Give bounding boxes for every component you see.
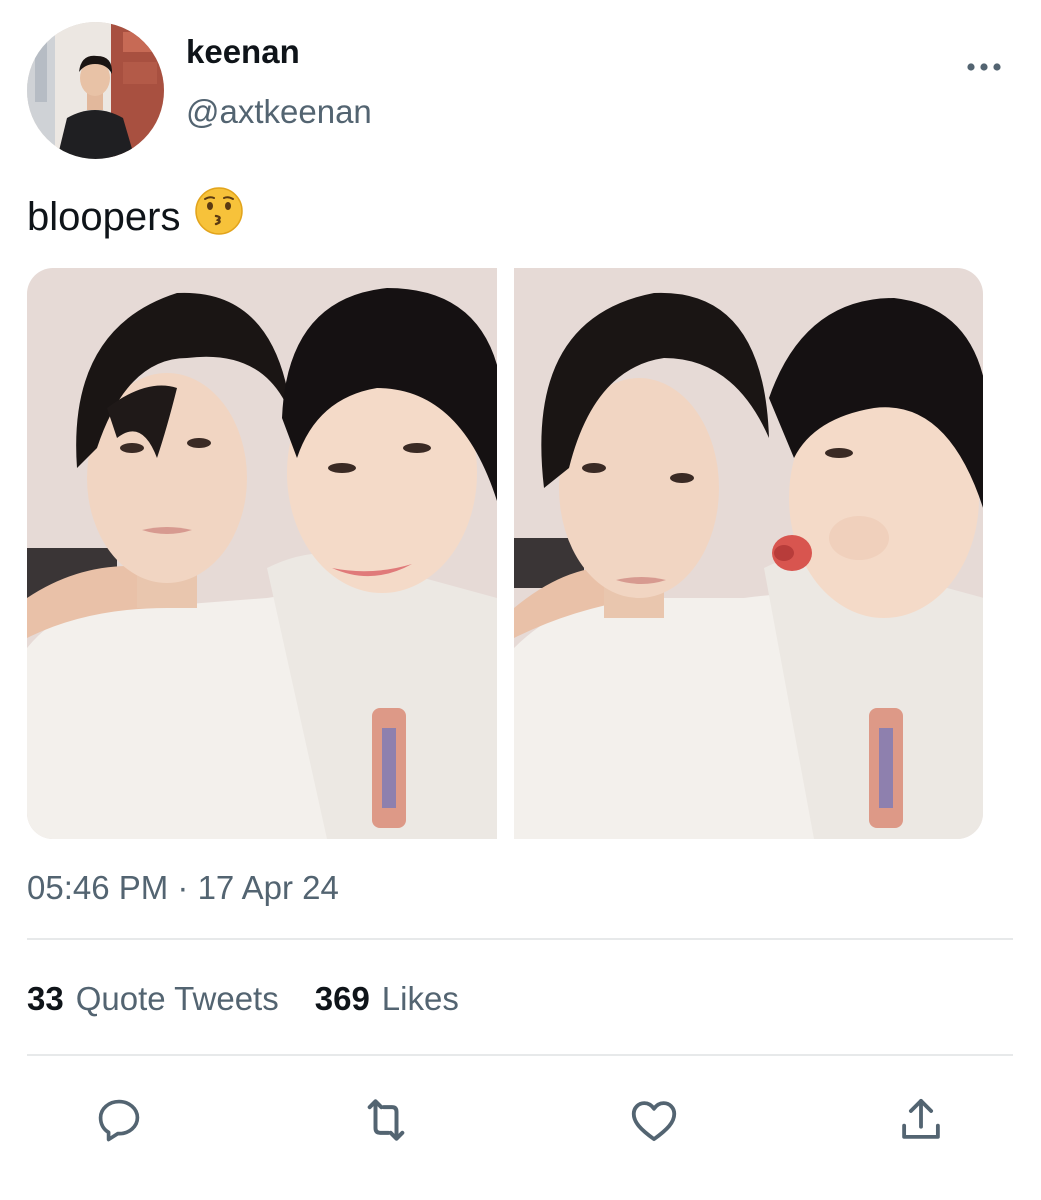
divider [27, 938, 1013, 940]
author-handle[interactable]: @axtkeenan [186, 92, 372, 132]
avatar-image [27, 22, 164, 159]
timestamp[interactable]: 05:46 PM · 17 Apr 24 [27, 868, 339, 908]
share-icon[interactable] [893, 1092, 949, 1148]
author-name[interactable]: keenan [186, 32, 300, 72]
more-options-icon[interactable] [964, 52, 1004, 82]
divider [27, 1054, 1013, 1056]
reply-icon[interactable] [91, 1092, 147, 1148]
quote-tweets-label: Quote Tweets [75, 980, 279, 1017]
tweet-text: bloopers [27, 186, 244, 248]
media-grid[interactable] [27, 268, 983, 839]
like-icon[interactable] [626, 1092, 682, 1148]
quote-tweets-count: 33 [27, 980, 64, 1017]
photo-smiling[interactable] [27, 268, 497, 839]
tweet-text-content: bloopers [27, 195, 181, 239]
engagement-stats: 33 Quote Tweets 369 Likes [27, 979, 459, 1019]
retweet-icon[interactable] [358, 1092, 414, 1148]
tweet: keenan @axtkeenan bloopers 05:46 PM · 17… [0, 0, 1041, 1200]
likes-label: Likes [381, 980, 459, 1017]
avatar[interactable] [27, 22, 164, 159]
quote-tweets-stat[interactable]: 33 Quote Tweets [27, 979, 279, 1019]
likes-stat[interactable]: 369 Likes [315, 979, 459, 1019]
likes-count: 369 [314, 980, 370, 1017]
photo-kissing[interactable] [513, 268, 983, 839]
kissing-face-emoji [194, 186, 244, 248]
